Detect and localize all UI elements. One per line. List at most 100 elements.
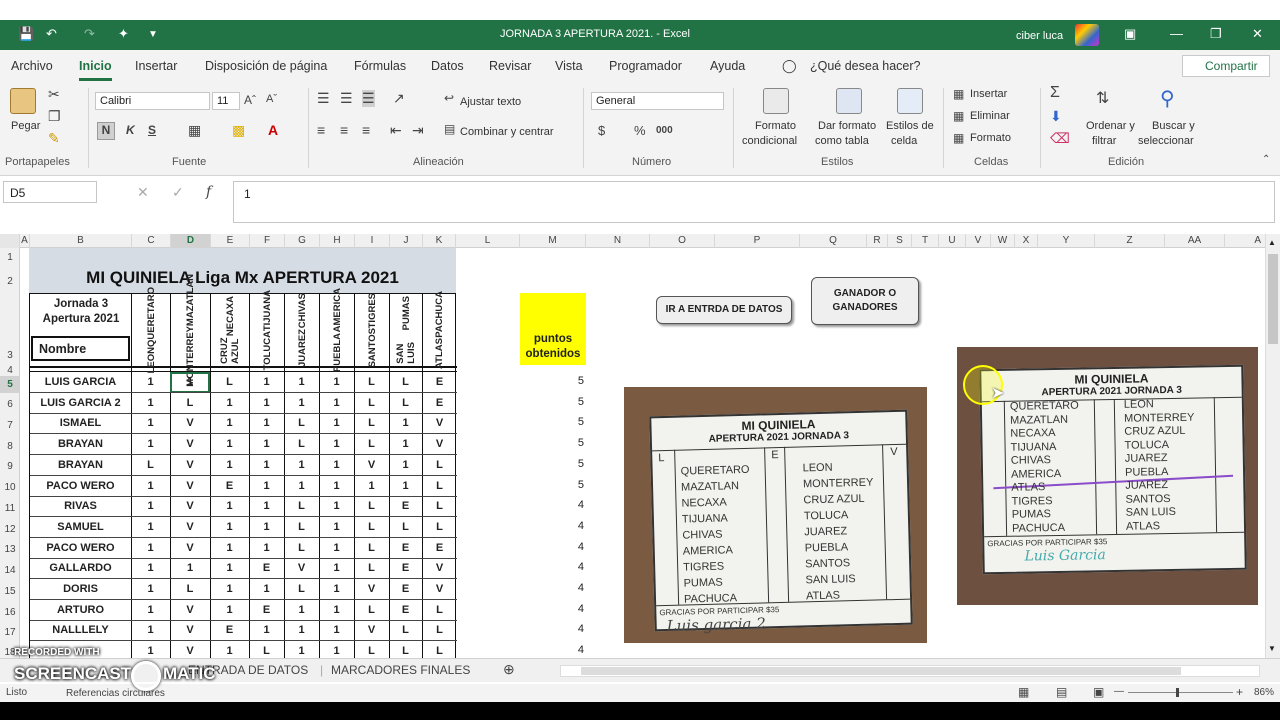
redo-icon[interactable]: ↷ xyxy=(84,26,95,42)
pick-cell[interactable]: L xyxy=(284,496,319,517)
row-7[interactable]: 7 xyxy=(0,420,19,431)
pick-cell[interactable]: V xyxy=(170,455,210,476)
sort-filter-icon[interactable]: ⇅ xyxy=(1096,88,1109,108)
align-middle-icon[interactable]: ☰ xyxy=(340,90,353,107)
zoom-level[interactable]: 86% xyxy=(1254,687,1274,698)
points-value[interactable]: 5 xyxy=(562,416,584,428)
enter-icon[interactable]: ✓ xyxy=(172,184,184,201)
pick-cell[interactable]: 1 xyxy=(319,600,354,621)
pick-cell[interactable]: 1 xyxy=(319,476,354,497)
pick-cell[interactable]: L xyxy=(389,641,422,658)
pick-cell[interactable]: L xyxy=(422,641,457,658)
col-O[interactable]: O xyxy=(650,234,715,248)
points-value[interactable]: 4 xyxy=(562,561,584,573)
row-17[interactable]: 17 xyxy=(0,627,19,638)
pick-cell[interactable]: L xyxy=(389,620,422,641)
pick-cell[interactable]: 1 xyxy=(284,600,319,621)
col-Z[interactable]: Z xyxy=(1095,234,1165,248)
italic-button[interactable]: K xyxy=(126,123,135,137)
pick-cell[interactable]: 1 xyxy=(319,538,354,559)
row-2[interactable]: 2 xyxy=(0,276,19,287)
col-E[interactable]: E xyxy=(211,234,250,248)
pick-cell[interactable]: V xyxy=(170,538,210,559)
pick-cell[interactable]: 1 xyxy=(319,413,354,434)
font-size-select[interactable]: 11 xyxy=(212,92,240,110)
wrap-text-icon[interactable]: ↩ xyxy=(444,91,454,105)
orientation-icon[interactable]: ↗ xyxy=(393,90,405,107)
pick-cell[interactable]: 1 xyxy=(249,620,284,641)
player-name[interactable]: RIVAS xyxy=(30,496,131,517)
pick-cell[interactable]: L xyxy=(354,372,389,393)
points-value[interactable]: 4 xyxy=(562,499,584,511)
pick-cell[interactable]: 1 xyxy=(249,476,284,497)
pick-cell[interactable]: E xyxy=(249,600,284,621)
pick-cell[interactable]: L xyxy=(354,517,389,538)
row-12[interactable]: 12 xyxy=(0,524,19,535)
col-K[interactable]: K xyxy=(423,234,456,248)
pick-cell[interactable]: L xyxy=(354,413,389,434)
pick-cell[interactable]: 1 xyxy=(319,455,354,476)
col-R[interactable]: R xyxy=(867,234,888,248)
scroll-thumb[interactable] xyxy=(1268,254,1278,344)
pick-cell[interactable]: V xyxy=(422,413,457,434)
pick-cell[interactable]: V xyxy=(170,476,210,497)
pick-cell[interactable]: 1 xyxy=(131,393,170,414)
col-Q[interactable]: Q xyxy=(800,234,867,248)
pick-cell[interactable]: 1 xyxy=(170,372,210,393)
cell-styles-icon[interactable] xyxy=(897,88,923,114)
col-C[interactable]: C xyxy=(132,234,171,248)
pick-cell[interactable]: 1 xyxy=(389,413,422,434)
row-15[interactable]: 15 xyxy=(0,586,19,597)
conditional-format-label-1[interactable]: Formato xyxy=(755,120,796,132)
clear-icon[interactable]: ⌫ xyxy=(1050,130,1070,147)
col-D[interactable]: D xyxy=(171,234,211,248)
pick-cell[interactable]: 1 xyxy=(249,393,284,414)
col-V[interactable]: V xyxy=(966,234,991,248)
col-F[interactable]: F xyxy=(250,234,285,248)
pick-cell[interactable]: L xyxy=(389,372,422,393)
pick-cell[interactable]: L xyxy=(170,393,210,414)
zoom-slider[interactable] xyxy=(1128,692,1233,693)
pick-cell[interactable]: L xyxy=(422,455,457,476)
align-right-icon[interactable]: ≡ xyxy=(362,122,370,138)
pick-cell[interactable]: L xyxy=(249,641,284,658)
pick-cell[interactable]: 1 xyxy=(284,641,319,658)
pick-cell[interactable]: 1 xyxy=(319,558,354,579)
scroll-down-icon[interactable]: ▼ xyxy=(1268,644,1276,653)
percent-button[interactable]: % xyxy=(634,123,646,138)
row-3[interactable]: 3 xyxy=(0,350,19,361)
pick-cell[interactable]: E xyxy=(389,600,422,621)
pick-cell[interactable]: 1 xyxy=(319,393,354,414)
points-value[interactable]: 5 xyxy=(562,375,584,387)
pick-cell[interactable]: V xyxy=(170,641,210,658)
select-all[interactable] xyxy=(0,234,20,248)
pick-cell[interactable]: E xyxy=(210,620,249,641)
pick-cell[interactable]: L xyxy=(284,538,319,559)
pick-cell[interactable]: 1 xyxy=(284,372,319,393)
player-name[interactable]: NALLLELY xyxy=(30,620,131,641)
pick-cell[interactable]: 1 xyxy=(249,517,284,538)
pick-cell[interactable]: 1 xyxy=(210,517,249,538)
go-to-data-entry-button[interactable]: IR A ENTRDA DE DATOS xyxy=(656,296,792,324)
delete-cells-button[interactable]: Eliminar xyxy=(970,110,1010,122)
player-name[interactable]: SAMUEL xyxy=(30,517,131,538)
col-P[interactable]: P xyxy=(715,234,800,248)
pick-cell[interactable]: L xyxy=(284,413,319,434)
tab-ayuda[interactable]: Ayuda xyxy=(710,59,745,73)
player-name[interactable]: BRAYAN xyxy=(30,434,131,455)
row-14[interactable]: 14 xyxy=(0,565,19,576)
align-top-icon[interactable]: ☰ xyxy=(317,90,330,107)
row-1[interactable]: 1 xyxy=(0,252,19,263)
pick-cell[interactable]: V xyxy=(422,558,457,579)
pick-cell[interactable]: 1 xyxy=(131,641,170,658)
find-label-2[interactable]: seleccionar xyxy=(1138,135,1194,147)
pick-cell[interactable]: 1 xyxy=(284,393,319,414)
col-Y[interactable]: Y xyxy=(1038,234,1095,248)
pick-cell[interactable]: 1 xyxy=(210,600,249,621)
ribbon-display-icon[interactable]: ▣ xyxy=(1124,26,1136,42)
tab-disposicion[interactable]: Disposición de página xyxy=(205,59,327,73)
find-select-icon[interactable]: ⚲ xyxy=(1160,86,1175,111)
vertical-scrollbar[interactable]: ▲ ▼ xyxy=(1265,234,1280,658)
format-cells-button[interactable]: Formato xyxy=(970,132,1011,144)
pick-cell[interactable]: 1 xyxy=(319,641,354,658)
